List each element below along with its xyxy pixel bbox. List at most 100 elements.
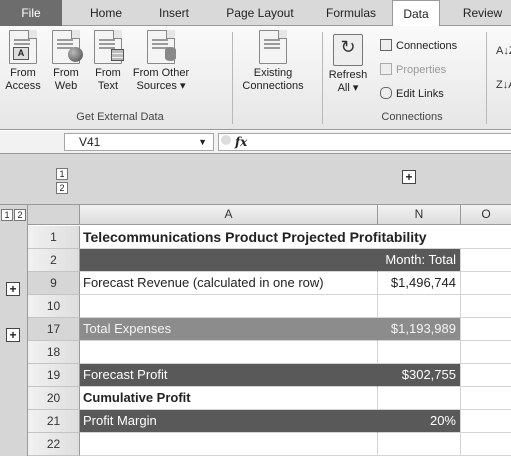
row-level-1-button[interactable]: 1 — [1, 209, 13, 221]
web-globe-icon — [52, 30, 83, 64]
expand-rows-icon[interactable]: + — [6, 328, 20, 342]
cell-n2[interactable]: Month: Total — [378, 249, 461, 272]
from-text-button[interactable]: From Text — [88, 30, 128, 93]
from-other-sources-label: From Other Sources ▾ — [132, 67, 190, 92]
cell-o18[interactable] — [461, 341, 511, 364]
cell-a22[interactable] — [80, 433, 378, 456]
table-row: 22 — [28, 433, 511, 456]
column-level-2-button[interactable]: 2 — [56, 182, 68, 194]
cell-a17[interactable]: Total Expenses — [80, 318, 378, 341]
cell-o20[interactable] — [461, 387, 511, 410]
properties-button[interactable]: Properties — [380, 62, 446, 78]
cell-n19[interactable]: $302,755 — [378, 364, 461, 387]
row-header[interactable]: 20 — [28, 387, 80, 410]
refresh-all-button[interactable]: Refresh All ▾ — [326, 34, 370, 95]
cell-a21[interactable]: Profit Margin — [80, 410, 378, 433]
table-row: 1 Telecommunications Product Projected P… — [28, 226, 511, 249]
cell-a19[interactable]: Forecast Profit — [80, 364, 378, 387]
expand-columns-icon[interactable]: + — [402, 170, 416, 184]
tab-home[interactable]: Home — [80, 0, 132, 26]
name-box[interactable]: V41 ▼ — [64, 133, 214, 151]
cell-a18[interactable] — [80, 341, 378, 364]
text-file-icon — [94, 30, 124, 64]
tab-page-layout[interactable]: Page Layout — [216, 0, 304, 26]
cancel-icon — [221, 135, 231, 145]
tab-review[interactable]: Review — [454, 0, 511, 26]
row-level-2-button[interactable]: 2 — [14, 209, 26, 221]
table-row: 10 — [28, 295, 511, 318]
row-header[interactable]: 19 — [28, 364, 80, 387]
cell-a20[interactable]: Cumulative Profit — [80, 387, 378, 410]
row-header[interactable]: 17 — [28, 318, 80, 341]
column-header-a[interactable]: A — [80, 205, 378, 225]
cell-o9[interactable] — [461, 272, 511, 295]
cell-n10[interactable] — [378, 295, 461, 318]
select-all-corner[interactable] — [28, 205, 80, 225]
cell-n21[interactable]: 20% — [378, 410, 461, 433]
formula-bar: V41 ▼ fx — [0, 131, 511, 154]
cell-n18[interactable] — [378, 341, 461, 364]
sort-a-z-icon[interactable]: A↓Z — [496, 46, 511, 57]
cell-n20[interactable] — [378, 387, 461, 410]
row-header[interactable]: 1 — [28, 226, 80, 249]
cell-o22[interactable] — [461, 433, 511, 456]
row-header[interactable]: 2 — [28, 249, 80, 272]
access-database-icon: A — [9, 30, 37, 64]
cell-o21[interactable] — [461, 410, 511, 433]
row-header[interactable]: 9 — [28, 272, 80, 295]
sort-z-a-icon[interactable]: Z↓A — [496, 80, 511, 91]
tab-file[interactable]: File — [0, 0, 62, 26]
cell-a10[interactable] — [80, 295, 378, 318]
cell-o2[interactable] — [461, 249, 511, 272]
cell-o1[interactable] — [461, 226, 511, 249]
existing-connections-label: Existing Connections — [242, 67, 304, 92]
connections-button[interactable]: Connections — [380, 38, 457, 54]
name-box-value: V41 — [79, 135, 101, 149]
tab-formulas[interactable]: Formulas — [318, 0, 384, 26]
cell-n1[interactable] — [378, 226, 461, 249]
existing-connections-button[interactable]: Existing Connections — [236, 30, 310, 93]
column-level-1-button[interactable]: 1 — [56, 168, 68, 180]
ribbon-separator — [322, 32, 323, 124]
connections-label: Connections — [396, 40, 458, 52]
insert-function-icon[interactable]: fx — [235, 134, 247, 150]
tab-insert[interactable]: Insert — [148, 0, 200, 26]
cell-n17[interactable]: $1,193,989 — [378, 318, 461, 341]
from-text-label: From Text — [95, 67, 121, 92]
from-web-button[interactable]: From Web — [46, 30, 86, 93]
cell-o17[interactable] — [461, 318, 511, 341]
row-header[interactable]: 22 — [28, 433, 80, 456]
cell-a2[interactable] — [80, 249, 378, 272]
cell-n9[interactable]: $1,496,744 — [378, 272, 461, 295]
table-row: 21 Profit Margin 20% — [28, 410, 511, 433]
cell-o10[interactable] — [461, 295, 511, 318]
connections-icon — [380, 39, 392, 51]
refresh-icon — [333, 34, 363, 66]
connections-group-label: Connections — [381, 111, 443, 123]
cell-a9[interactable]: Forecast Revenue (calculated in one row) — [80, 272, 378, 295]
table-row: 17 Total Expenses $1,193,989 — [28, 318, 511, 341]
expand-rows-icon[interactable]: + — [6, 282, 20, 296]
edit-links-button[interactable]: Edit Links — [380, 86, 444, 102]
cell-a1[interactable]: Telecommunications Product Projected Pro… — [80, 226, 427, 249]
from-other-sources-button[interactable]: From Other Sources ▾ — [128, 30, 194, 93]
ribbon-separator — [486, 32, 487, 124]
formula-input[interactable]: fx — [218, 133, 511, 151]
tab-data[interactable]: Data — [392, 0, 440, 27]
row-header[interactable]: 21 — [28, 410, 80, 433]
existing-connections-icon — [259, 30, 287, 64]
column-header-n[interactable]: N — [378, 205, 461, 225]
from-access-button[interactable]: A From Access — [2, 30, 44, 93]
from-access-label: From Access — [5, 67, 41, 92]
edit-links-icon — [380, 87, 392, 99]
row-header[interactable]: 10 — [28, 295, 80, 318]
row-header[interactable]: 18 — [28, 341, 80, 364]
ribbon: A From Access From Web From Text From Ot… — [0, 26, 511, 130]
table-row: 18 — [28, 341, 511, 364]
get-external-data-group-label: Get External Data — [76, 111, 164, 123]
column-header-o[interactable]: O — [461, 205, 511, 225]
chevron-down-icon[interactable]: ▼ — [198, 134, 207, 150]
cell-n22[interactable] — [378, 433, 461, 456]
column-outline-bar: 1 2 + — [0, 154, 511, 205]
cell-o19[interactable] — [461, 364, 511, 387]
